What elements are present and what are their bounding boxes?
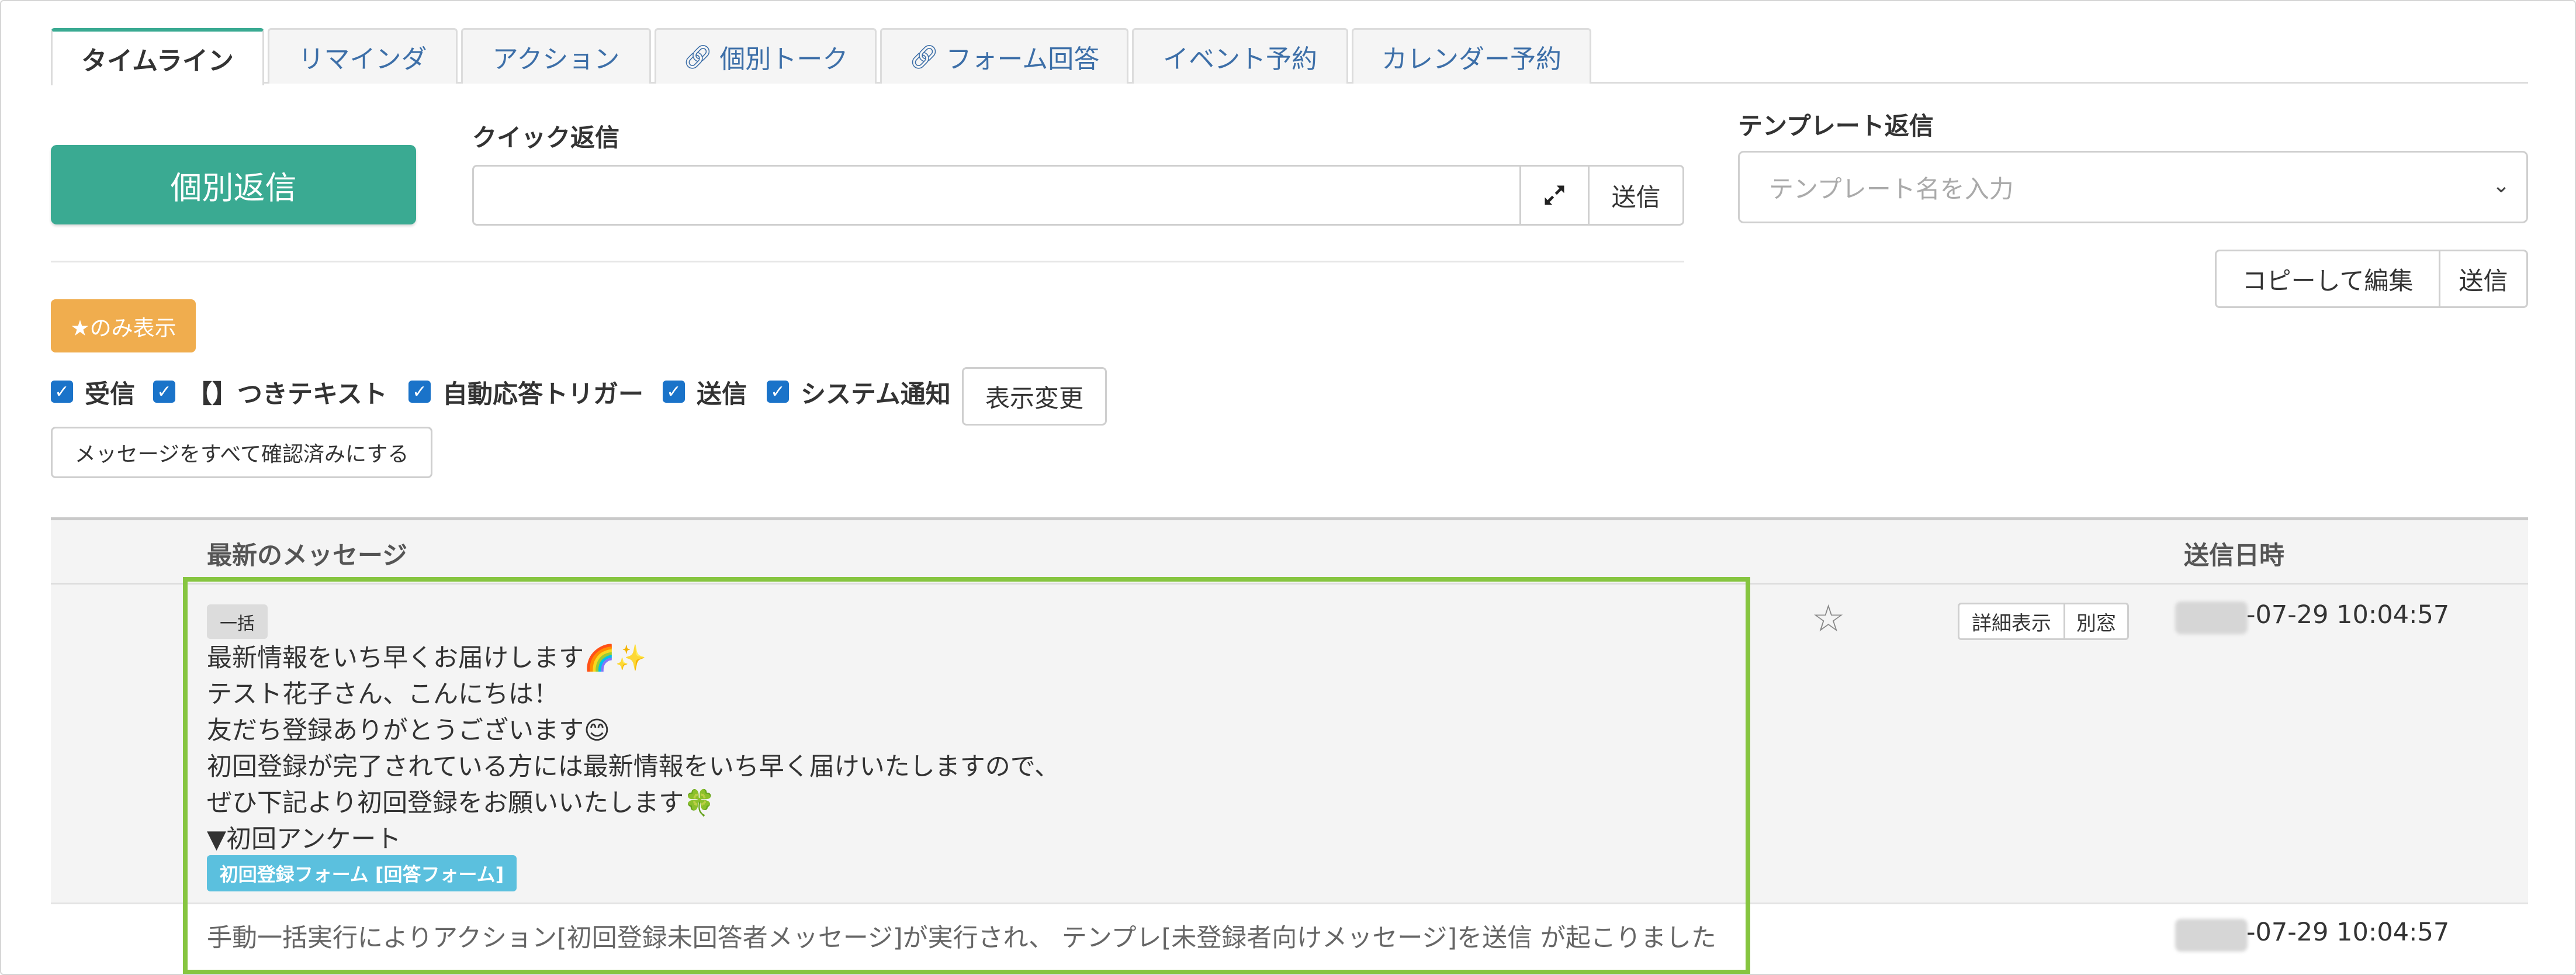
sent-date: -07-29 10:04:57 <box>2246 918 2450 947</box>
quick-reply-input[interactable] <box>472 165 1521 226</box>
quick-reply-label: クイック返信 <box>472 123 620 152</box>
chevron-down-icon: ⌄ <box>2492 174 2510 198</box>
header-latest-message: 最新のメッセージ <box>207 541 408 571</box>
timeline-panel: タイムライン リマインダ アクション 🔗︎ 個別トーク 🔗︎ フォーム回答 イベ… <box>0 0 2576 975</box>
checkbox-sent[interactable]: ✓ <box>663 381 685 403</box>
divider <box>51 261 1684 262</box>
star-only-button[interactable]: ★のみ表示 <box>51 299 196 352</box>
checkbox-auto-reply-trigger[interactable]: ✓ <box>408 381 431 403</box>
template-reply-label: テンプレート返信 <box>1738 112 1934 140</box>
expand-button[interactable] <box>1519 165 1590 226</box>
checkbox-label: 受信 <box>85 380 135 409</box>
tab-event-reservation[interactable]: イベント予約 <box>1132 28 1348 84</box>
tab-label: フォーム回答 <box>946 44 1100 74</box>
checkbox-label: 自動応答トリガー <box>442 380 643 409</box>
link-icon: 🔗︎ <box>683 43 713 71</box>
sent-date: -07-29 10:04:57 <box>2246 600 2450 630</box>
checkbox-label: システム通知 <box>801 380 951 409</box>
tab-label: イベント予約 <box>1163 44 1317 74</box>
template-select[interactable]: テンプレート名を入力 ⌄ <box>1738 151 2528 223</box>
detail-view-button[interactable]: 詳細表示 <box>1958 603 2065 640</box>
table-header <box>51 520 2528 585</box>
star-outline-icon[interactable]: ☆ <box>1812 597 1845 641</box>
template-placeholder: テンプレート名を入力 <box>1769 174 2014 203</box>
checkbox-label: 【】つきテキスト <box>187 380 387 409</box>
checkbox-label: 送信 <box>697 380 747 409</box>
tab-label: アクション <box>492 44 620 74</box>
tab-individual-talk[interactable]: 🔗︎ 個別トーク <box>655 28 877 84</box>
copy-edit-button[interactable]: コピーして編集 <box>2215 250 2440 308</box>
expand-icon <box>1545 185 1564 205</box>
tab-label: リマインダ <box>298 44 427 74</box>
open-window-button[interactable]: 別窓 <box>2063 603 2129 640</box>
checkbox-received[interactable]: ✓ <box>51 381 73 403</box>
tab-calendar-reservation[interactable]: カレンダー予約 <box>1352 28 1591 84</box>
display-change-button[interactable]: 表示変更 <box>962 367 1107 426</box>
checkbox-system-notice[interactable]: ✓ <box>767 381 789 403</box>
tab-label: タイムライン <box>81 46 234 76</box>
redacted-year <box>2175 919 2248 952</box>
checkbox-bracket-text[interactable]: ✓ <box>153 381 175 403</box>
tab-reminder[interactable]: リマインダ <box>268 28 458 84</box>
tab-action[interactable]: アクション <box>461 28 651 84</box>
tab-timeline[interactable]: タイムライン <box>51 28 264 85</box>
tab-label: カレンダー予約 <box>1382 44 1561 74</box>
individual-reply-button[interactable]: 個別返信 <box>51 145 416 224</box>
template-send-button[interactable]: 送信 <box>2439 250 2528 308</box>
tab-label: 個別トーク <box>719 44 849 74</box>
header-sent-at: 送信日時 <box>2184 541 2284 571</box>
quick-send-button[interactable]: 送信 <box>1588 165 1684 226</box>
link-icon: 🔗︎ <box>909 43 939 71</box>
tab-form-answers[interactable]: 🔗︎ フォーム回答 <box>880 28 1128 84</box>
redacted-year <box>2175 601 2248 634</box>
mark-all-read-button[interactable]: メッセージをすべて確認済みにする <box>51 427 432 478</box>
highlight-frame <box>183 577 1750 974</box>
